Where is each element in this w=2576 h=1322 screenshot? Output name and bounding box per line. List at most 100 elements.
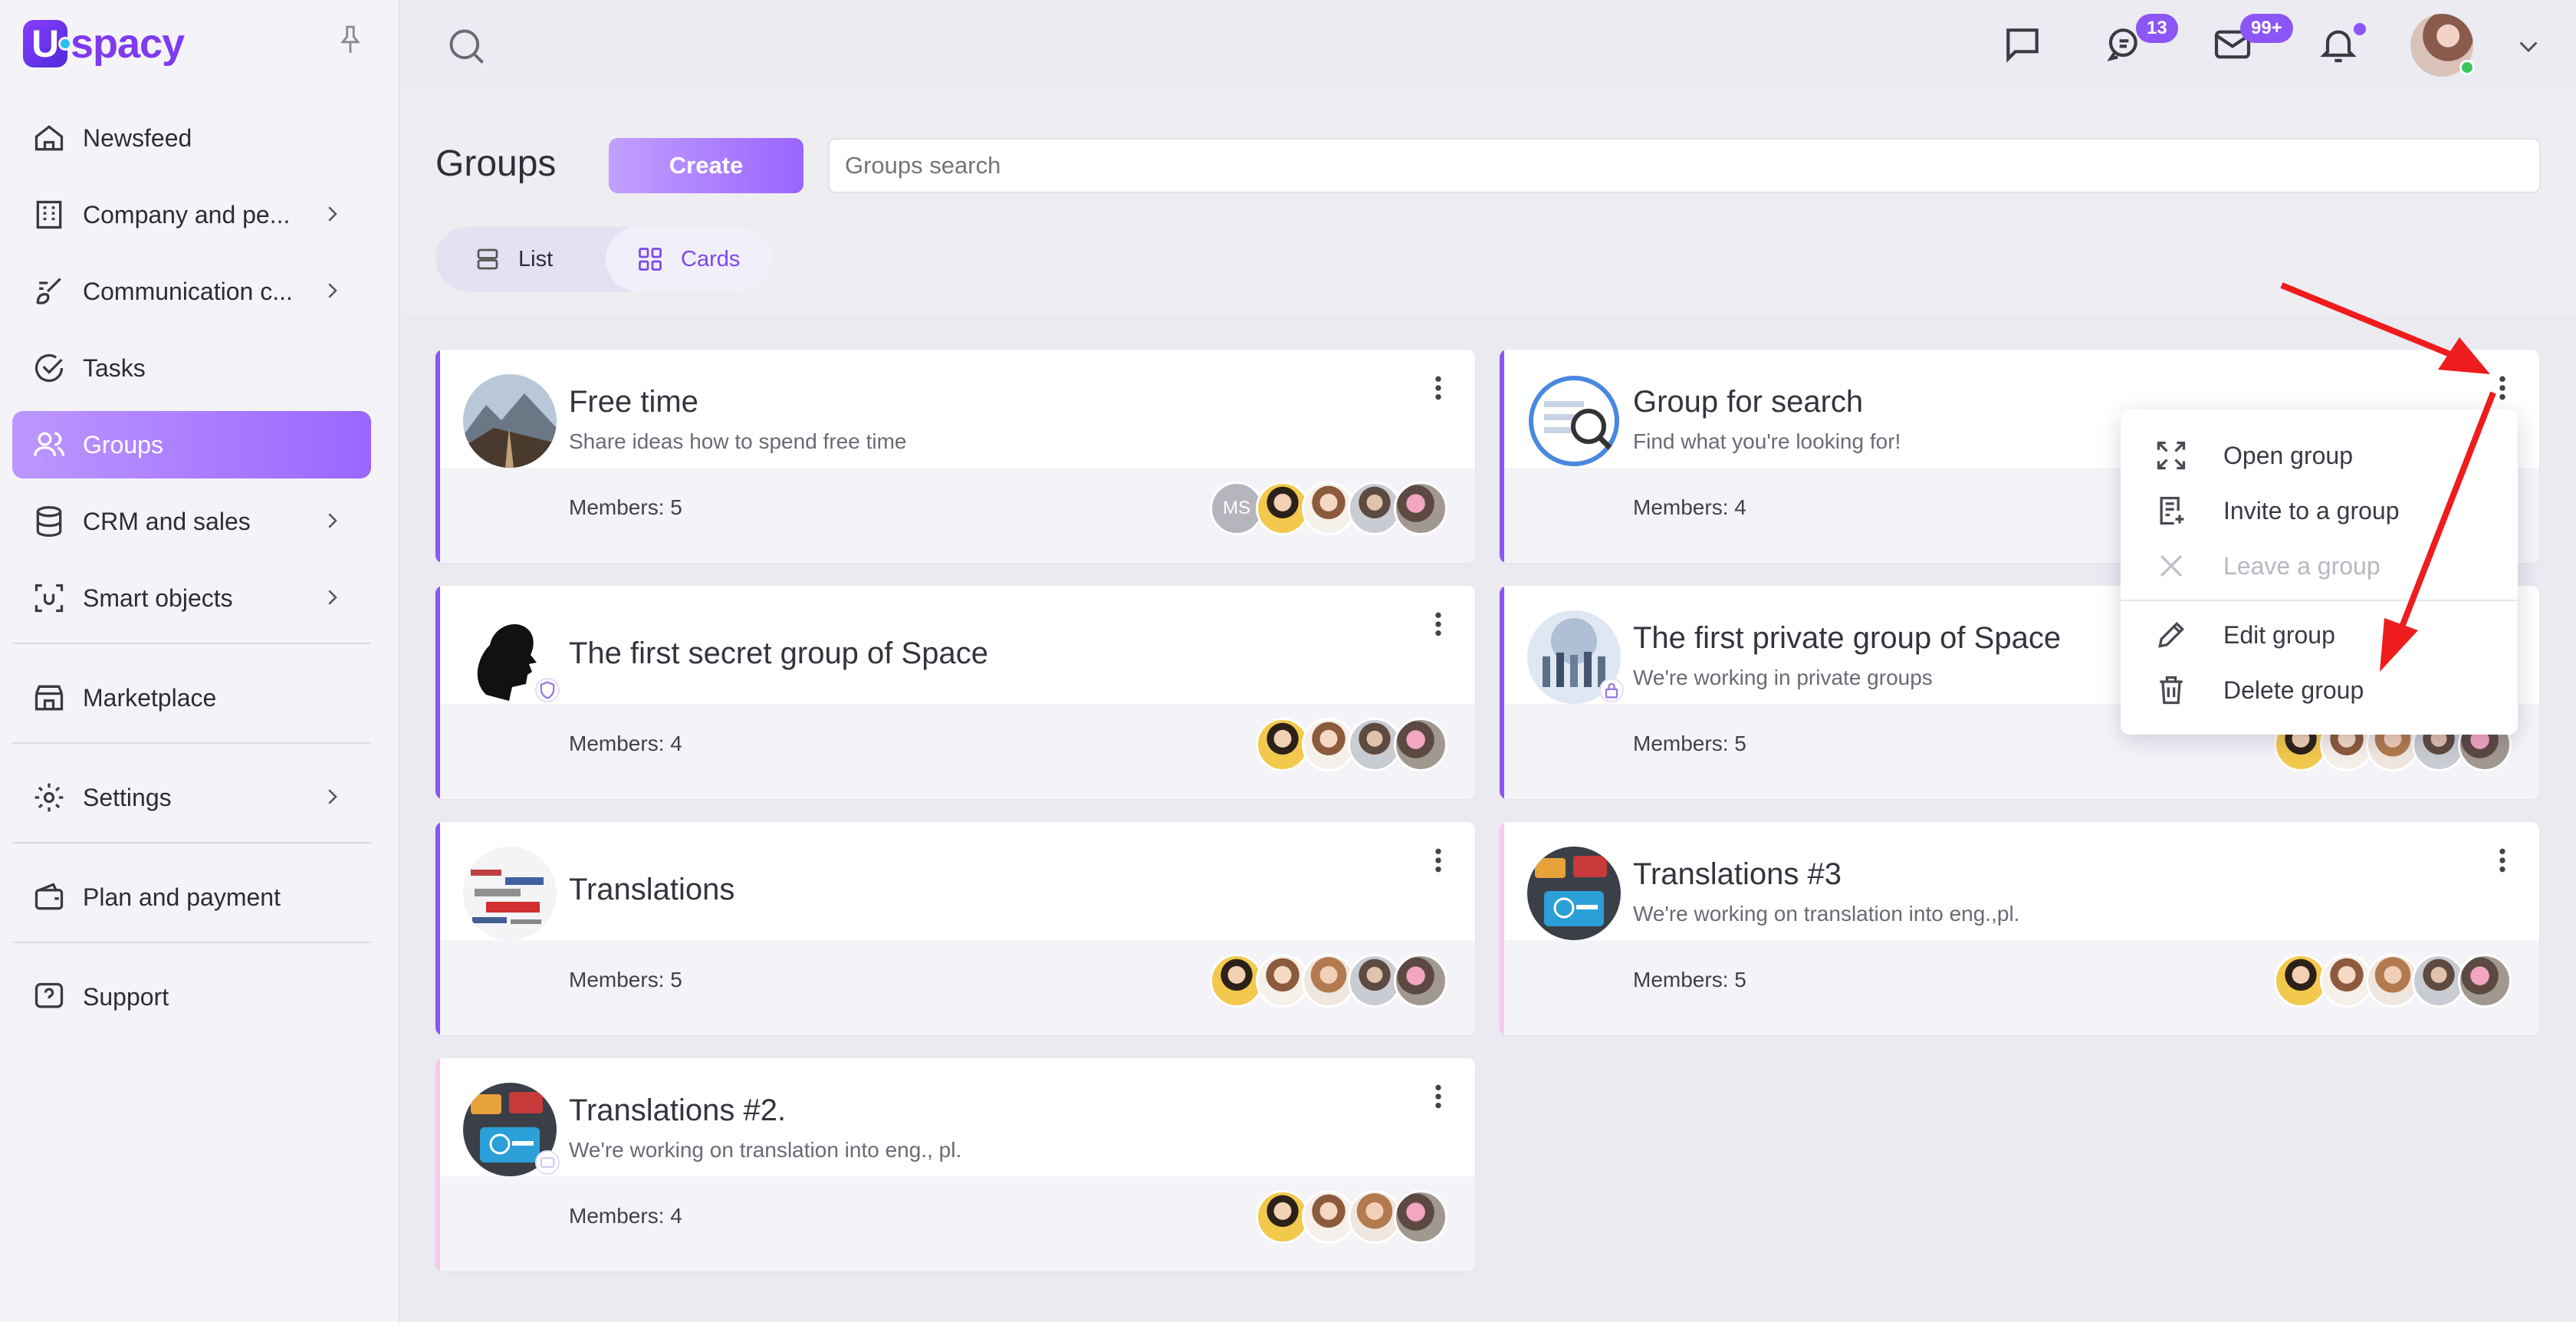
members-count: Members: 5	[569, 968, 682, 992]
home-icon	[34, 125, 64, 151]
group-image	[1527, 847, 1621, 940]
group-card[interactable]: The first secret group of Space Members:…	[435, 586, 1475, 799]
shield-icon	[535, 678, 560, 702]
more-options-icon[interactable]	[1429, 373, 1447, 403]
menu-item-label: Open group	[2223, 441, 2354, 469]
smart-object-icon	[34, 584, 64, 613]
chat-icon[interactable]	[2001, 23, 2044, 66]
members-count: Members: 5	[1633, 968, 1746, 992]
chats-badge: 13	[2136, 14, 2178, 43]
app-logo[interactable]: U spacy	[23, 17, 185, 71]
sidebar-item-marketplace[interactable]: Marketplace	[12, 664, 371, 732]
group-title[interactable]: The first secret group of Space	[569, 636, 988, 671]
menu-item-edit[interactable]: Edit group	[2121, 607, 2518, 663]
gear-icon	[34, 783, 64, 812]
sidebar-item-crm[interactable]: CRM and sales	[12, 488, 371, 555]
pencil-icon	[2158, 621, 2185, 648]
chevron-right-icon	[328, 513, 337, 528]
top-bar: 13 99+	[402, 0, 2576, 92]
members-count: Members: 4	[1633, 495, 1746, 519]
menu-item-invite[interactable]: Invite to a group	[2121, 483, 2518, 538]
group-card[interactable]: Translations #2. We're working on transl…	[435, 1058, 1475, 1271]
member-avatars	[1210, 954, 1447, 1008]
view-cards-button[interactable]: Cards	[606, 227, 771, 291]
more-options-icon[interactable]	[1429, 609, 1447, 640]
pin-icon[interactable]	[337, 25, 363, 55]
list-icon	[477, 248, 498, 270]
wallet-icon	[34, 883, 64, 910]
member-avatar[interactable]	[1394, 482, 1447, 535]
group-card[interactable]: Free time Share ideas how to spend free …	[435, 350, 1475, 563]
menu-item-open-group[interactable]: Open group	[2121, 428, 2518, 483]
sidebar-item-newsfeed[interactable]: Newsfeed	[12, 104, 371, 172]
group-title[interactable]: Free time	[569, 385, 698, 419]
group-title[interactable]: Translations #2.	[569, 1093, 786, 1128]
member-avatars	[1256, 1190, 1447, 1244]
sidebar-item-label: Tasks	[83, 354, 146, 382]
groups-search-input[interactable]	[828, 138, 2541, 193]
member-avatar[interactable]	[1394, 718, 1447, 771]
logo-letter: U	[31, 22, 60, 65]
chevron-right-icon	[328, 789, 337, 804]
sidebar-item-label: Newsfeed	[83, 123, 192, 152]
page-title: Groups	[435, 143, 557, 184]
group-title[interactable]: Group for search	[1633, 385, 1863, 419]
create-button[interactable]: Create	[609, 138, 803, 193]
group-image	[1527, 374, 1621, 468]
menu-item-label: Leave a group	[2223, 551, 2380, 580]
member-avatar[interactable]	[1394, 1190, 1447, 1244]
sidebar-item-label: Marketplace	[83, 683, 217, 712]
member-avatar[interactable]	[2458, 954, 2512, 1008]
groups-header: Groups Create List Cards	[402, 92, 2576, 314]
group-title[interactable]: Translations #3	[1633, 857, 1842, 892]
invite-doc-icon	[2160, 496, 2184, 525]
group-card[interactable]: Translations Members: 5	[435, 822, 1475, 1035]
member-avatars	[2274, 954, 2512, 1008]
sidebar-item-groups[interactable]: Groups	[12, 411, 371, 478]
sidebar-item-label: CRM and sales	[83, 507, 251, 535]
notification-dot	[2354, 23, 2366, 35]
menu-item-delete[interactable]: Delete group	[2121, 663, 2518, 718]
group-card[interactable]: Translations #3 We're working on transla…	[1500, 822, 2539, 1035]
search-icon[interactable]	[446, 26, 486, 66]
member-avatar[interactable]	[1394, 954, 1447, 1008]
group-description: Share ideas how to spend free time	[569, 429, 907, 453]
sidebar-item-settings[interactable]: Settings	[12, 764, 371, 831]
members-count: Members: 4	[569, 732, 682, 755]
view-list-label: List	[518, 246, 554, 271]
chevron-right-icon	[328, 283, 337, 298]
members-count: Members: 5	[569, 495, 682, 519]
chevron-right-icon	[328, 590, 337, 605]
sidebar-item-smart-objects[interactable]: Smart objects	[12, 564, 371, 632]
more-options-icon[interactable]	[2493, 845, 2512, 876]
sidebar-item-tasks[interactable]: Tasks	[12, 334, 371, 402]
members-count: Members: 4	[569, 1204, 682, 1228]
more-options-icon[interactable]	[2493, 373, 2512, 403]
trash-icon	[2160, 676, 2183, 705]
logo-mark: U	[23, 20, 72, 67]
logo-word: spacy	[71, 21, 185, 67]
group-title[interactable]: The first private group of Space	[1633, 621, 2061, 656]
group-title[interactable]: Translations	[569, 873, 734, 907]
sidebar-item-plan[interactable]: Plan and payment	[12, 863, 371, 931]
store-icon	[34, 685, 64, 711]
sidebar-item-label: Communication c...	[83, 277, 293, 305]
chevron-down-icon[interactable]	[2515, 32, 2542, 60]
sidebar-item-communication[interactable]: Communication c...	[12, 258, 371, 325]
sidebar-item-label: Company and pe...	[83, 200, 291, 229]
sidebar-item-label: Plan and payment	[83, 883, 281, 911]
group-description: We're working on translation into eng.,p…	[1633, 902, 2020, 926]
view-list-button[interactable]: List	[474, 227, 553, 291]
sidebar-item-company[interactable]: Company and pe...	[12, 181, 371, 248]
grid-icon	[639, 248, 662, 271]
sidebar-item-label: Support	[83, 982, 169, 1011]
menu-divider	[2121, 600, 2518, 601]
users-icon	[34, 432, 64, 456]
sidebar-item-support[interactable]: Support	[12, 963, 371, 1031]
group-image	[463, 847, 557, 940]
sidebar-item-label: Settings	[83, 783, 172, 811]
more-options-icon[interactable]	[1429, 845, 1447, 876]
menu-item-label: Edit group	[2223, 620, 2335, 649]
menu-item-label: Delete group	[2223, 676, 2364, 704]
more-options-icon[interactable]	[1429, 1081, 1447, 1112]
